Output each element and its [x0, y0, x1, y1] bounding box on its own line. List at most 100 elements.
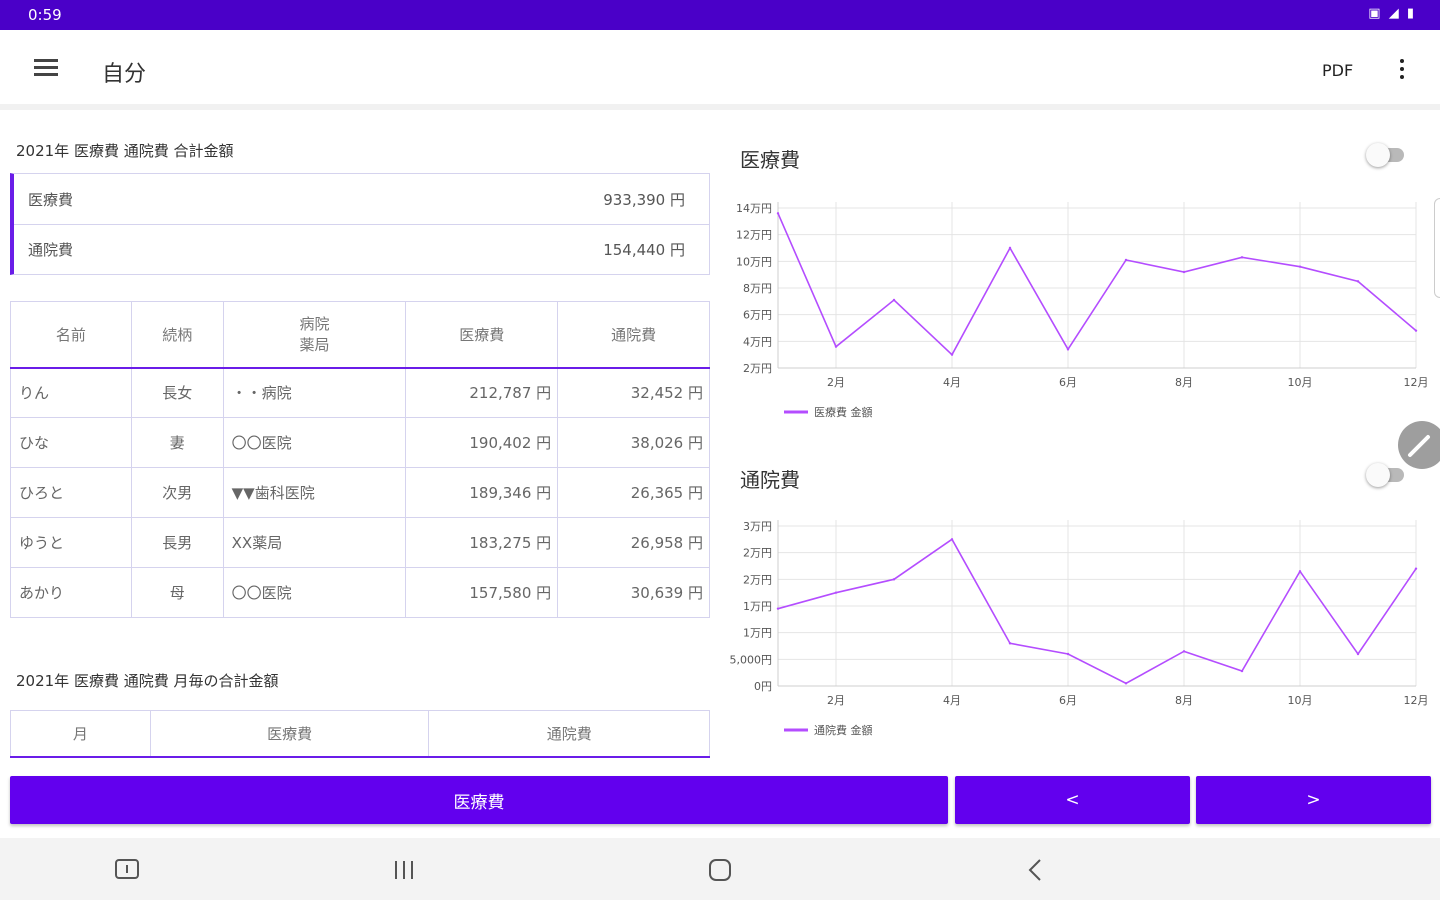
data-point — [776, 212, 780, 215]
x-tick-label: 2月 — [827, 694, 845, 707]
status-bar: 0:59 ▣ ◢ ▮ — [0, 0, 1440, 30]
cell-relation: 長男 — [130, 517, 224, 568]
back-icon[interactable] — [1016, 854, 1056, 886]
header-hospital-line2: 薬局 — [299, 336, 330, 355]
y-tick-label: 1万円 — [743, 627, 772, 640]
cell-visit: 30,639 円 — [557, 567, 710, 618]
more-options-icon[interactable] — [1390, 56, 1414, 86]
table-row[interactable]: ひな 妻 〇〇医院 190,402 円 38,026 円 — [10, 417, 710, 468]
x-tick-label: 10月 — [1288, 694, 1313, 707]
cell-hospital: XX薬局 — [222, 517, 407, 568]
x-tick-label: 12月 — [1404, 694, 1429, 707]
table-header-row: 月 医療費 通院費 — [10, 710, 710, 758]
next-button[interactable]: > — [1196, 776, 1431, 824]
summary-label: 医療費 — [28, 190, 74, 209]
y-tick-label: 3万円 — [743, 520, 772, 533]
toggle-knob — [1366, 463, 1390, 487]
y-tick-label: 14万円 — [736, 202, 772, 215]
y-tick-label: 12万円 — [736, 229, 772, 242]
legend-label: 医療費 金額 — [814, 405, 873, 419]
data-point — [1124, 258, 1128, 262]
summary-label: 通院費 — [28, 241, 74, 259]
data-point — [1414, 567, 1418, 570]
header-month: 月 — [10, 710, 151, 758]
summary-title: 2021年 医療費 通院費 合計金額 — [16, 142, 234, 160]
cell-hospital: ▼▼歯科医院 — [222, 467, 407, 518]
data-point — [834, 591, 838, 594]
bottom-action-bar: 医療費 < > — [0, 776, 1440, 826]
status-time: 0:59 — [28, 6, 62, 24]
data-point — [1240, 256, 1244, 259]
monthly-title: 2021年 医療費 通院費 月毎の合計金額 — [16, 672, 279, 690]
visit-line-chart: 0円 5,000円 1万円 1万円 2万円 2万円 3万円 2月 4月 6月 8月 10月 12月通院費… — [730, 520, 1429, 737]
edit-pencil-icon[interactable] — [1398, 421, 1440, 469]
left-pane: 2021年 医療費 通院費 合計金額 医療費 933,390 円 通院費 154… — [0, 116, 720, 760]
cell-medical: 157,580 円 — [405, 567, 559, 618]
recent-apps-icon[interactable] — [384, 854, 424, 886]
data-point — [1124, 682, 1128, 685]
data-point — [1008, 642, 1012, 645]
system-nav-bar — [0, 838, 1440, 900]
toggle-knob — [1366, 143, 1390, 167]
table-row[interactable]: ひろと 次男 ▼▼歯科医院 189,346 円 26,365 円 — [10, 467, 710, 518]
y-tick-label: 2万円 — [743, 573, 772, 586]
table-row[interactable]: あかり 母 〇〇医院 157,580 円 30,639 円 — [10, 567, 710, 618]
header-visit: 通院費 — [557, 301, 710, 369]
y-tick-label: 0円 — [754, 680, 772, 693]
summary-row: 医療費 933,390 円 — [14, 174, 709, 224]
y-tick-label: 2万円 — [743, 547, 772, 560]
cell-medical: 212,787 円 — [405, 367, 559, 418]
header-hospital-line1: 病院 — [299, 315, 330, 334]
y-tick-label: 1万円 — [743, 600, 772, 613]
x-tick-label: 12月 — [1404, 376, 1429, 389]
header-medical: 医療費 — [149, 710, 430, 758]
home-icon[interactable] — [700, 854, 740, 886]
cell-hospital: 〇〇医院 — [222, 567, 407, 618]
page-title: 自分 — [102, 62, 147, 87]
cell-hospital: 〇〇医院 — [222, 417, 407, 468]
pdf-button[interactable]: PDF — [1322, 61, 1353, 80]
cell-medical: 190,402 円 — [405, 417, 559, 468]
data-point — [1298, 265, 1302, 268]
visit-chart-toggle[interactable] — [1366, 463, 1408, 487]
header-medical: 医療費 — [405, 301, 559, 369]
data-point — [1240, 669, 1244, 673]
category-button[interactable]: 医療費 — [10, 776, 948, 824]
series-line — [777, 538, 1417, 685]
screenshot-icon[interactable] — [107, 854, 147, 886]
cell-relation: 母 — [130, 567, 224, 618]
data-point — [1356, 652, 1360, 656]
prev-button[interactable]: < — [955, 776, 1190, 824]
medical-chart-title: 医療費 — [740, 148, 800, 172]
x-tick-label: 8月 — [1175, 376, 1193, 389]
data-point — [1066, 348, 1070, 351]
members-table: 名前 続柄 病院 薬局 医療費 通院費 りん 長女 ・・病院 212,787 円… — [10, 301, 710, 618]
header-relation: 続柄 — [130, 301, 224, 369]
edge-panel-handle[interactable] — [1434, 198, 1440, 298]
table-row[interactable]: りん 長女 ・・病院 212,787 円 32,452 円 — [10, 367, 710, 418]
menu-icon[interactable] — [28, 56, 64, 84]
cell-visit: 26,365 円 — [557, 467, 710, 518]
legend-label: 通院費 金額 — [814, 723, 873, 737]
x-tick-label: 4月 — [943, 694, 961, 707]
summary-card: 医療費 933,390 円 通院費 154,440 円 — [10, 173, 710, 275]
cell-relation: 妻 — [130, 417, 224, 468]
cell-visit: 26,958 円 — [557, 517, 710, 568]
table-row[interactable]: ゆうと 長男 XX薬局 183,275 円 26,958 円 — [10, 517, 710, 568]
header-visit: 通院費 — [428, 710, 710, 758]
x-tick-label: 6月 — [1059, 376, 1077, 389]
y-tick-label: 4万円 — [743, 335, 772, 348]
x-tick-label: 2月 — [827, 376, 845, 389]
header-name: 名前 — [10, 301, 132, 369]
x-tick-label: 6月 — [1059, 694, 1077, 707]
data-point — [1008, 246, 1012, 250]
cell-medical: 189,346 円 — [405, 467, 559, 518]
data-point — [1356, 280, 1360, 283]
y-tick-label: 10万円 — [736, 255, 772, 268]
data-point — [950, 353, 954, 356]
cell-name: ひな — [10, 417, 132, 468]
cell-hospital: ・・病院 — [222, 367, 407, 418]
medical-chart-toggle[interactable] — [1366, 143, 1408, 167]
data-point — [1066, 652, 1070, 656]
cell-name: あかり — [10, 567, 132, 618]
